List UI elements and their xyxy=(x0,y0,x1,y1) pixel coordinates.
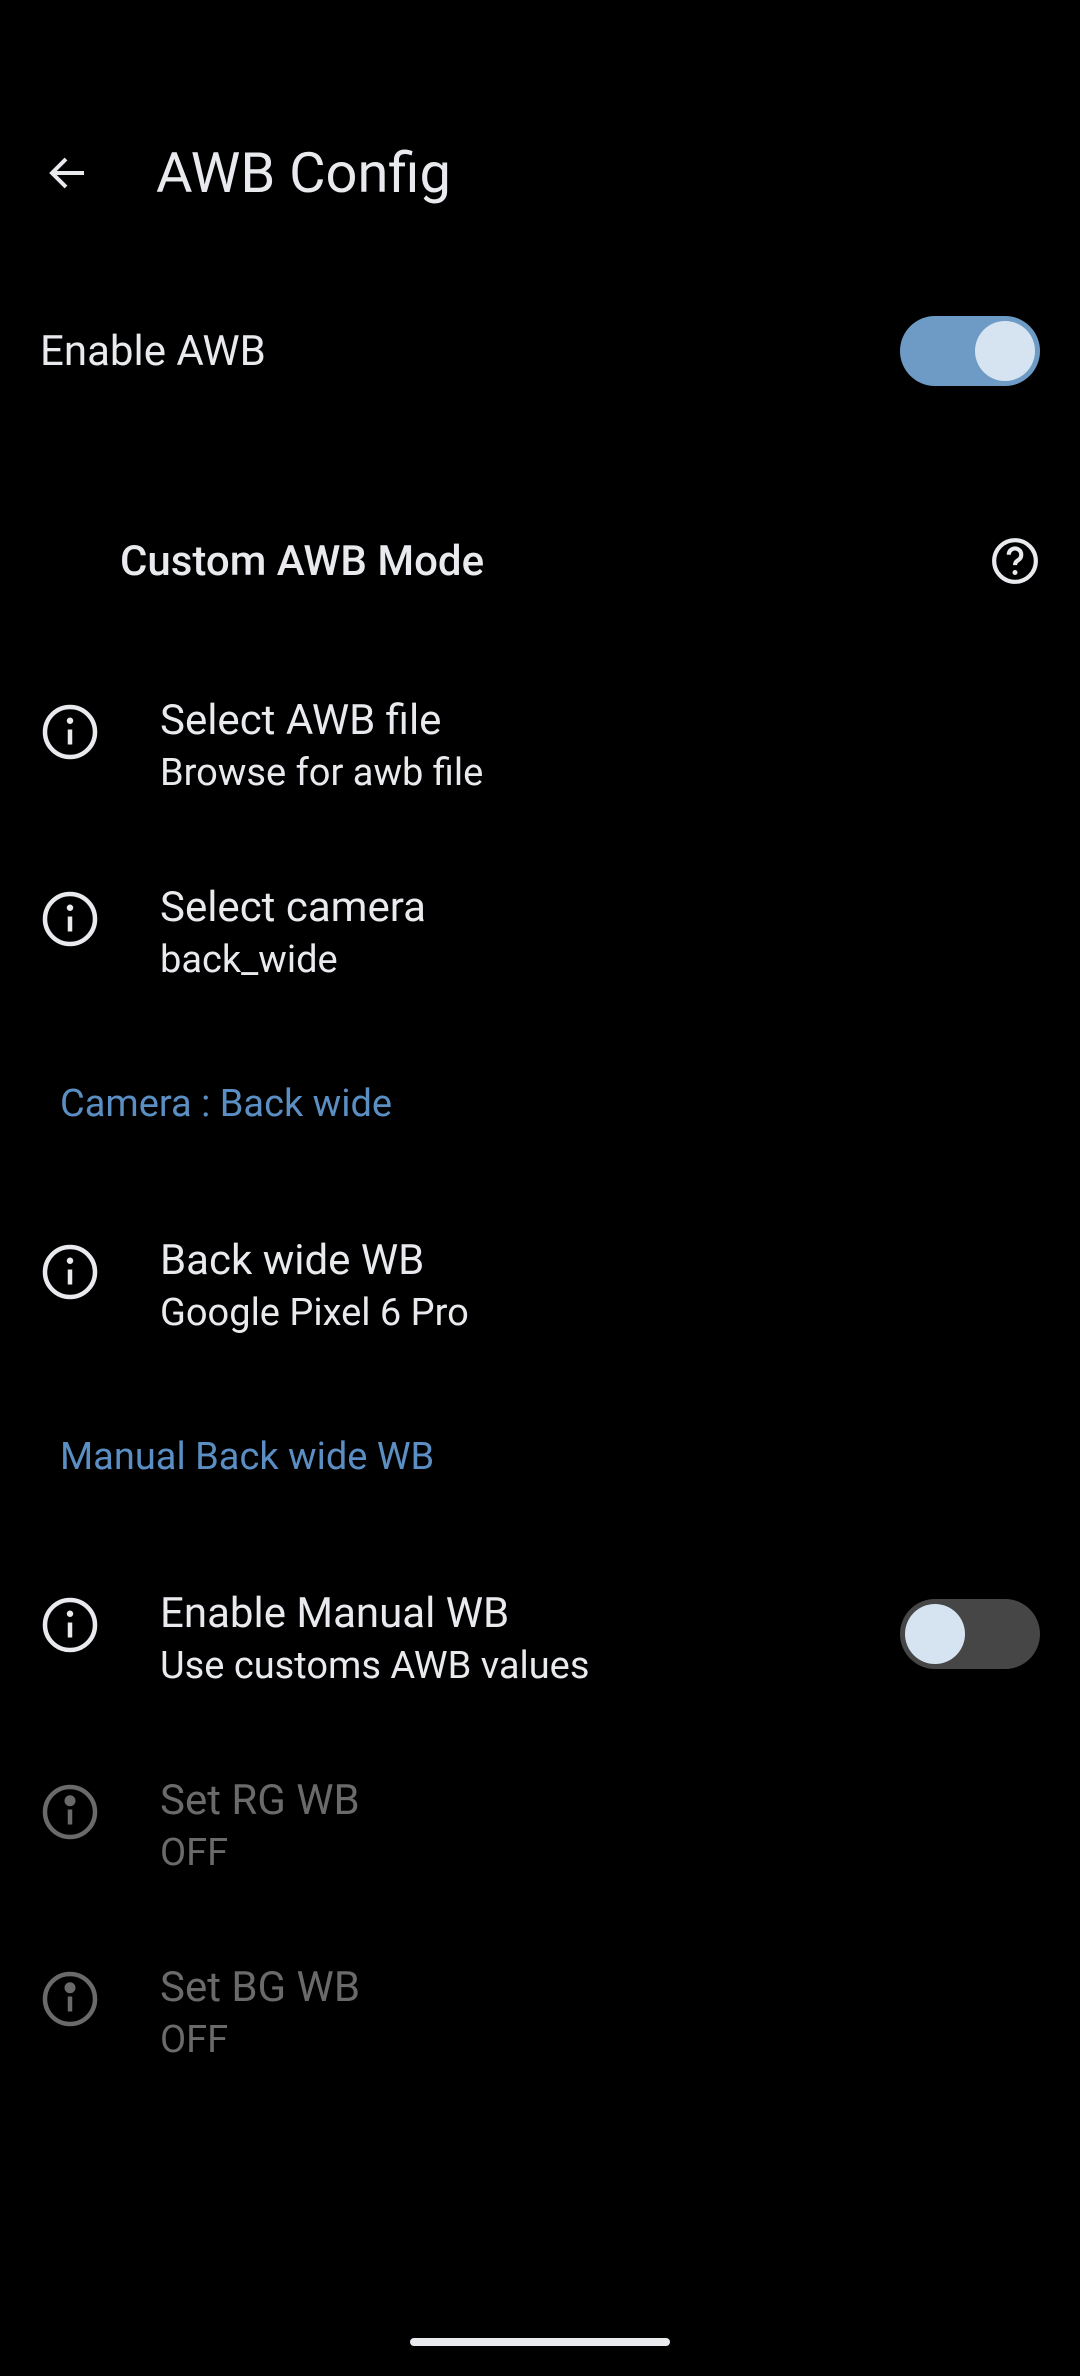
help-icon[interactable] xyxy=(990,536,1040,586)
set-rg-wb-title: Set RG WB xyxy=(160,1776,1040,1825)
info-icon xyxy=(40,889,100,949)
info-icon xyxy=(40,1782,100,1842)
info-icon xyxy=(40,1969,100,2029)
page-title: AWB Config xyxy=(156,140,451,206)
navigation-bar-handle[interactable] xyxy=(410,2338,670,2346)
custom-awb-mode-heading-row: Custom AWB Mode xyxy=(0,536,1080,586)
select-camera-sub: back_wide xyxy=(160,938,1040,982)
camera-section-heading: Camera : Back wide xyxy=(0,1082,1080,1126)
enable-manual-wb-switch[interactable] xyxy=(900,1599,1040,1669)
select-awb-file-title: Select AWB file xyxy=(160,696,1040,745)
back-wide-wb-sub: Google Pixel 6 Pro xyxy=(160,1291,1040,1335)
enable-awb-switch[interactable] xyxy=(900,316,1040,386)
app-bar: AWB Config xyxy=(0,0,1080,206)
custom-awb-mode-heading: Custom AWB Mode xyxy=(120,537,484,586)
set-bg-wb-title: Set BG WB xyxy=(160,1963,1040,2012)
manual-section-heading: Manual Back wide WB xyxy=(0,1435,1080,1479)
set-rg-wb-item: Set RG WB OFF xyxy=(0,1776,1080,1875)
info-icon xyxy=(40,1595,100,1655)
back-wide-wb-title: Back wide WB xyxy=(160,1236,1040,1285)
set-bg-wb-sub: OFF xyxy=(160,2018,1040,2062)
set-bg-wb-item: Set BG WB OFF xyxy=(0,1963,1080,2062)
select-camera-title: Select camera xyxy=(160,883,1040,932)
select-awb-file-item[interactable]: Select AWB file Browse for awb file xyxy=(0,696,1080,795)
select-awb-file-sub: Browse for awb file xyxy=(160,751,1040,795)
enable-manual-wb-title: Enable Manual WB xyxy=(160,1589,840,1638)
select-camera-item[interactable]: Select camera back_wide xyxy=(0,883,1080,982)
back-wide-wb-item[interactable]: Back wide WB Google Pixel 6 Pro xyxy=(0,1236,1080,1335)
enable-awb-label: Enable AWB xyxy=(40,327,266,376)
set-rg-wb-sub: OFF xyxy=(160,1831,1040,1875)
info-icon xyxy=(40,702,100,762)
enable-awb-row[interactable]: Enable AWB xyxy=(0,316,1080,386)
enable-manual-wb-item[interactable]: Enable Manual WB Use customs AWB values xyxy=(0,1589,1080,1688)
enable-manual-wb-sub: Use customs AWB values xyxy=(160,1644,840,1688)
info-icon xyxy=(40,1242,100,1302)
back-arrow-icon[interactable] xyxy=(40,145,96,201)
